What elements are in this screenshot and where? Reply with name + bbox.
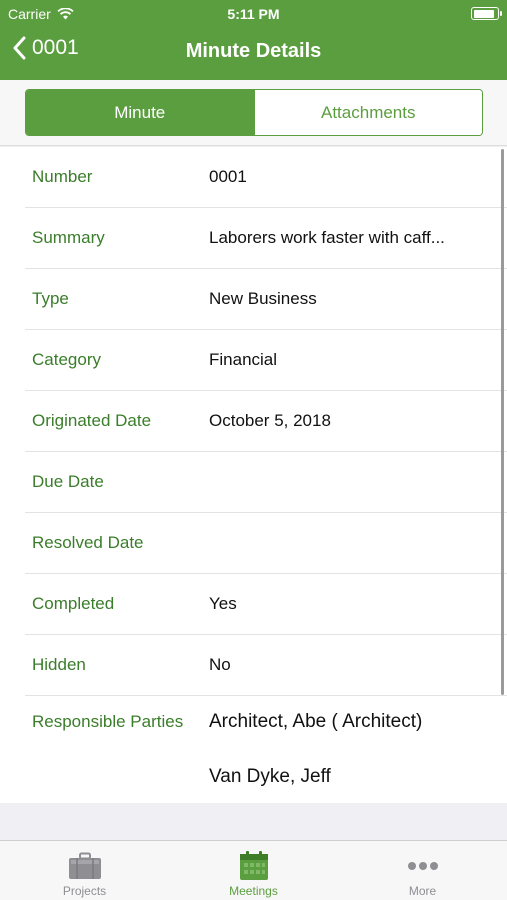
tab-minute[interactable]: Minute [26,90,254,135]
tab-bar: Projects Meetings More [0,840,507,900]
responsible-party: Architect, Abe ( Architect) [209,711,423,732]
more-dots-icon [407,862,438,870]
tab-projects-label: Projects [62,884,107,898]
detail-value: Laborers work faster with caff... [209,228,445,247]
detail-value: Financial [209,350,278,369]
calendar-icon [239,851,268,880]
status-bar: Carrier 5:11 PM [0,0,507,28]
status-time: 5:11 PM [227,6,280,22]
tab-more[interactable]: More [338,841,507,900]
detail-value: No [209,655,231,674]
detail-label: Resolved Date [32,533,144,552]
nav-header: Carrier 5:11 PM 0001 Minute Details [0,0,507,80]
detail-label: Category [32,350,101,369]
detail-row-due-date: Due Date [25,452,507,513]
tab-meetings-label: Meetings [229,884,278,898]
battery-icon [471,7,502,20]
detail-row-summary: Summary Laborers work faster with caff..… [25,208,507,269]
chevron-left-icon [13,36,26,60]
back-button[interactable]: 0001 [12,36,79,60]
detail-row-type: Type New Business [25,269,507,330]
tab-projects[interactable]: Projects [0,841,169,900]
responsible-parties-label: Responsible Parties [32,712,184,731]
tab-attachments[interactable]: Attachments [253,90,482,135]
tab-more-label: More [408,884,437,898]
detail-label: Due Date [32,472,104,491]
scrollbar[interactable] [501,149,504,695]
tab-meetings[interactable]: Meetings [169,841,338,900]
detail-label: Number [32,167,93,186]
detail-value: New Business [209,289,317,308]
detail-row-originated-date: Originated Date October 5, 2018 [25,391,507,452]
detail-row-completed: Completed Yes [25,574,507,635]
details-list[interactable]: Number 0001 Summary Laborers work faster… [0,147,507,803]
detail-label: Completed [32,594,115,613]
back-label: 0001 [32,36,79,59]
detail-label: Summary [32,228,105,247]
detail-row-resolved-date: Resolved Date [25,513,507,574]
detail-value: October 5, 2018 [209,411,331,430]
detail-value: Yes [209,594,237,613]
detail-row-category: Category Financial [25,330,507,391]
detail-label: Originated Date [32,411,152,430]
briefcase-icon [68,852,101,879]
detail-row-hidden: Hidden No [25,635,507,696]
segmented-control: Minute Attachments [25,89,483,136]
responsible-party: Van Dyke, Jeff [209,766,331,787]
detail-row-number: Number 0001 [25,147,507,208]
detail-label: Hidden [32,655,86,674]
detail-value: 0001 [209,167,247,186]
segment-bar: Minute Attachments [0,80,507,146]
detail-label: Type [32,289,69,308]
